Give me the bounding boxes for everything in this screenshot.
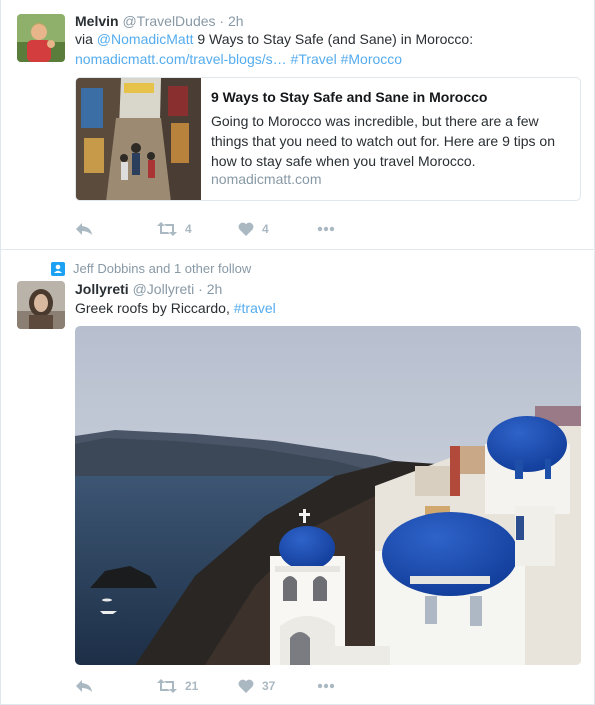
retweet-button[interactable]: 4	[157, 219, 192, 239]
text-main: Greek roofs by Riccardo,	[75, 300, 234, 316]
separator-dot: ·	[198, 281, 203, 297]
url-link[interactable]: nomadicmatt.com/travel-blogs/s…	[75, 51, 287, 67]
like-count: 37	[262, 679, 276, 693]
tweet-photo[interactable]	[75, 326, 581, 665]
card-image	[76, 78, 201, 200]
user-name[interactable]: Jollyreti	[75, 281, 129, 297]
card-description: Going to Morocco was incredible, but the…	[211, 113, 555, 169]
social-context-text: Jeff Dobbins and 1 other follow	[73, 261, 252, 276]
tweet-actions: 4 4	[75, 219, 375, 239]
user-name[interactable]: Melvin	[75, 13, 119, 29]
timestamp[interactable]: 2h	[228, 13, 244, 29]
more-icon	[317, 226, 335, 232]
more-button[interactable]	[317, 676, 335, 696]
retweet-count: 21	[185, 679, 199, 693]
reply-button[interactable]	[75, 676, 93, 696]
heart-icon	[238, 222, 254, 236]
text-main: 9 Ways to Stay Safe (and Sane) in Morocc…	[193, 31, 474, 47]
tweet-text: via @NomadicMatt 9 Ways to Stay Safe (an…	[75, 29, 473, 69]
avatar[interactable]	[17, 281, 65, 329]
like-button[interactable]: 4	[238, 219, 269, 239]
reply-button[interactable]	[75, 219, 93, 239]
tweet-actions: 21 37	[75, 676, 375, 696]
tweet-text: Greek roofs by Riccardo, #travel	[75, 298, 276, 318]
tweet[interactable]: Jeff Dobbins and 1 other follow Jollyret…	[0, 249, 595, 705]
social-context[interactable]: Jeff Dobbins and 1 other follow	[51, 261, 251, 276]
like-count: 4	[262, 222, 269, 236]
separator-dot: ·	[219, 13, 225, 29]
like-button[interactable]: 37	[238, 676, 275, 696]
retweet-icon	[157, 679, 177, 693]
card-title: 9 Ways to Stay Safe and Sane in Morocco	[211, 89, 488, 105]
avatar[interactable]	[17, 14, 65, 62]
tweet-header: Jollyreti @Jollyreti · 2h	[75, 281, 222, 297]
mention-link[interactable]: @NomadicMatt	[97, 31, 194, 47]
timestamp[interactable]: 2h	[207, 281, 223, 297]
reply-icon	[76, 680, 92, 692]
hashtag-travel[interactable]: #travel	[234, 300, 276, 316]
heart-icon	[238, 679, 254, 693]
reply-icon	[76, 223, 92, 235]
hashtag-morocco[interactable]: #Morocco	[341, 51, 402, 67]
more-icon	[317, 683, 335, 689]
tweet-header: Melvin @TravelDudes · 2h	[75, 13, 244, 29]
retweet-icon	[157, 222, 177, 236]
card-domain: nomadicmatt.com	[211, 171, 322, 187]
text-prefix: via	[75, 31, 97, 47]
person-icon	[51, 261, 65, 276]
hashtag-travel[interactable]: #Travel	[291, 51, 337, 67]
retweet-count: 4	[185, 222, 192, 236]
user-handle[interactable]: @Jollyreti	[133, 281, 195, 297]
retweet-button[interactable]: 21	[157, 676, 198, 696]
link-card[interactable]: 9 Ways to Stay Safe and Sane in Morocco …	[75, 77, 581, 201]
more-button[interactable]	[317, 219, 335, 239]
tweet[interactable]: Melvin @TravelDudes · 2h via @NomadicMat…	[0, 0, 595, 250]
user-handle[interactable]: @TravelDudes	[122, 13, 215, 29]
